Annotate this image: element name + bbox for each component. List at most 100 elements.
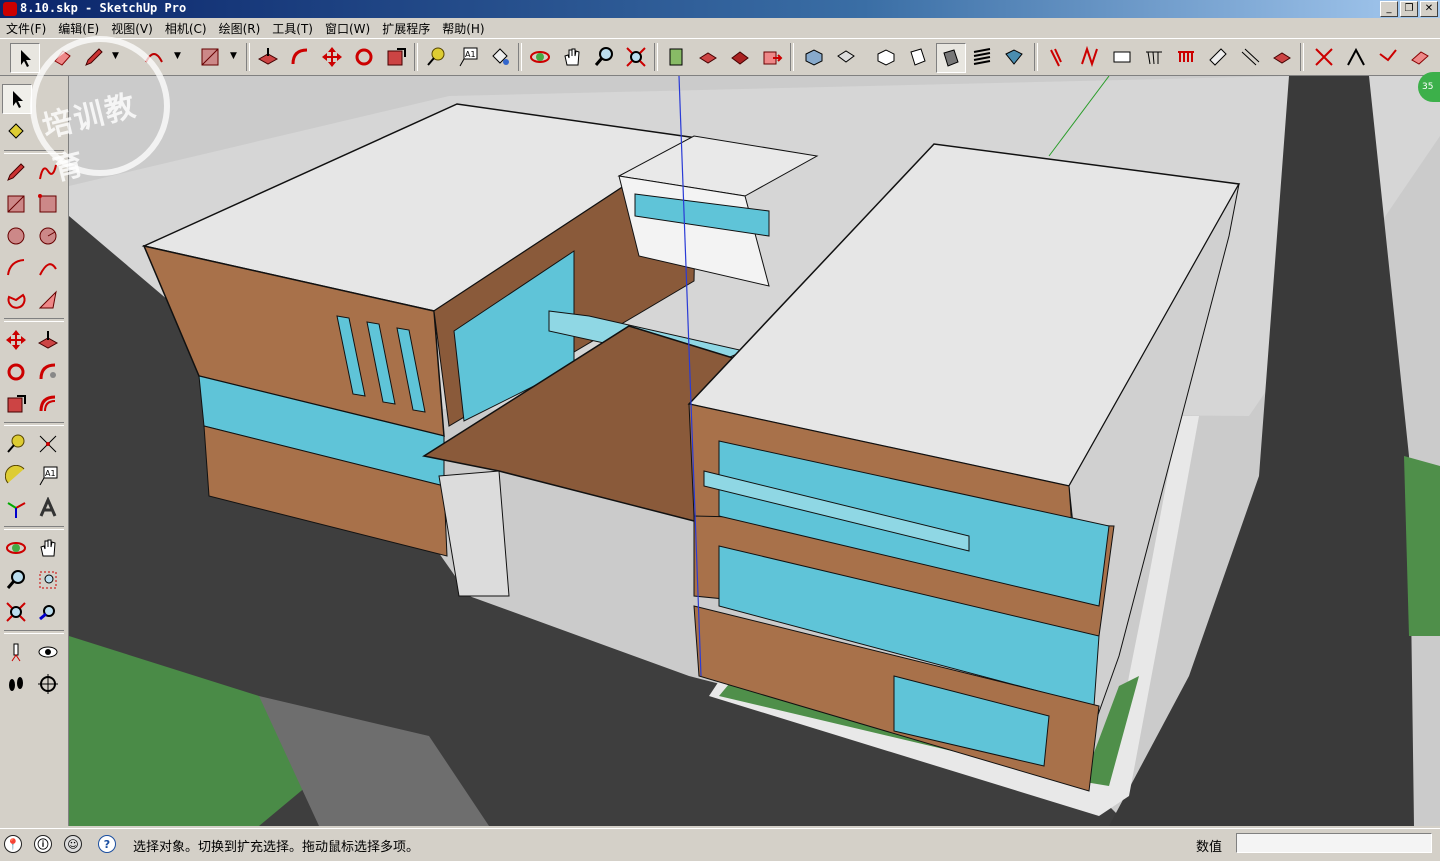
components-icon[interactable] bbox=[694, 43, 722, 71]
zoom-icon[interactable] bbox=[2, 566, 30, 594]
iso-view-icon[interactable] bbox=[800, 43, 828, 71]
section-cut-icon[interactable] bbox=[1310, 43, 1338, 71]
orbit-icon[interactable] bbox=[526, 43, 554, 71]
top-view-icon[interactable] bbox=[832, 43, 860, 71]
select-icon[interactable] bbox=[2, 84, 32, 114]
monochrome-icon[interactable] bbox=[1000, 43, 1028, 71]
rotate-icon[interactable] bbox=[2, 358, 30, 386]
section-fill-icon[interactable] bbox=[1374, 43, 1402, 71]
section-display-icon[interactable] bbox=[1342, 43, 1370, 71]
pie-icon[interactable] bbox=[2, 286, 30, 314]
restore-button[interactable]: ❐ bbox=[1400, 1, 1418, 17]
right-view-icon[interactable] bbox=[904, 43, 932, 71]
move-icon[interactable] bbox=[318, 43, 346, 71]
smoove-icon[interactable] bbox=[1108, 43, 1136, 71]
pencil-icon[interactable] bbox=[80, 43, 108, 71]
sandbox-contours-icon[interactable] bbox=[1044, 43, 1072, 71]
section-plane-icon[interactable] bbox=[1268, 43, 1296, 71]
push-pull-icon[interactable] bbox=[254, 43, 282, 71]
left-toolbar: A1 bbox=[0, 76, 69, 826]
text-icon[interactable]: A1 bbox=[454, 43, 482, 71]
toolbar-separator bbox=[654, 43, 658, 71]
paint-bucket-icon[interactable] bbox=[486, 43, 514, 71]
arc-icon[interactable] bbox=[140, 43, 168, 71]
tape-measure-icon[interactable] bbox=[2, 430, 30, 458]
rectangle-icon[interactable] bbox=[2, 190, 30, 218]
menu-draw[interactable]: 绘图(R) bbox=[213, 20, 267, 37]
paint-bucket-icon[interactable] bbox=[2, 118, 30, 146]
freehand-icon[interactable] bbox=[34, 158, 62, 186]
protractor-icon[interactable] bbox=[2, 462, 30, 490]
look-around-icon[interactable] bbox=[34, 638, 62, 666]
pan-icon[interactable] bbox=[558, 43, 586, 71]
zoom-extents-icon[interactable] bbox=[2, 598, 30, 626]
section-plane-icon[interactable] bbox=[34, 670, 62, 698]
circle-icon[interactable] bbox=[2, 222, 30, 250]
chevron-down-icon[interactable]: ▼ bbox=[230, 51, 240, 63]
offset-icon[interactable] bbox=[34, 390, 62, 418]
menu-window[interactable]: 窗口(W) bbox=[319, 20, 376, 37]
previous-view-icon[interactable] bbox=[34, 598, 62, 626]
notification-badge[interactable]: 35 bbox=[1418, 72, 1440, 102]
pencil-icon[interactable] bbox=[2, 158, 30, 186]
shaded-textures-icon[interactable] bbox=[968, 43, 996, 71]
toolbar-separator bbox=[414, 43, 418, 71]
warehouse-icon[interactable] bbox=[662, 43, 690, 71]
menu-tools[interactable]: 工具(T) bbox=[266, 20, 319, 37]
credits-icon[interactable]: ⓘ bbox=[34, 835, 52, 853]
rotate-icon[interactable] bbox=[350, 43, 378, 71]
shaded-icon[interactable] bbox=[936, 43, 966, 73]
zoom-icon[interactable] bbox=[590, 43, 618, 71]
follow-me-icon[interactable] bbox=[34, 358, 62, 386]
menu-edit[interactable]: 编辑(E) bbox=[52, 20, 105, 37]
pan-icon[interactable] bbox=[34, 534, 62, 562]
extension-warehouse-icon[interactable] bbox=[726, 43, 754, 71]
zoom-window-icon[interactable] bbox=[34, 566, 62, 594]
push-pull-icon[interactable] bbox=[34, 326, 62, 354]
menu-extensions[interactable]: 扩展程序 bbox=[376, 20, 436, 37]
scale-icon[interactable] bbox=[2, 390, 30, 418]
3d-viewport[interactable] bbox=[69, 76, 1440, 826]
close-button[interactable]: ✕ bbox=[1420, 1, 1438, 17]
follow-me-icon[interactable] bbox=[286, 43, 314, 71]
status-text: 选择对象。切换到扩充选择。拖动鼠标选择多项。 bbox=[133, 840, 420, 855]
arc-icon[interactable] bbox=[2, 254, 30, 282]
user-icon[interactable]: ☺ bbox=[64, 835, 82, 853]
arc-2pt-icon[interactable] bbox=[34, 254, 62, 282]
arc-3pt-icon[interactable] bbox=[34, 286, 62, 314]
geo-location-icon[interactable]: 📍 bbox=[4, 835, 22, 853]
sandbox-scratch-icon[interactable] bbox=[1076, 43, 1104, 71]
eraser-alt-icon[interactable] bbox=[1406, 43, 1434, 71]
scale-icon[interactable] bbox=[382, 43, 410, 71]
menu-view[interactable]: 视图(V) bbox=[105, 20, 159, 37]
value-control-input[interactable] bbox=[1236, 833, 1432, 853]
add-detail-icon[interactable] bbox=[1204, 43, 1232, 71]
tape-measure-icon[interactable] bbox=[422, 43, 450, 71]
select-icon[interactable] bbox=[10, 43, 40, 73]
rotated-rectangle-icon[interactable] bbox=[34, 190, 62, 218]
move-icon[interactable] bbox=[2, 326, 30, 354]
dimension-icon[interactable] bbox=[34, 430, 62, 458]
position-camera-icon[interactable] bbox=[2, 638, 30, 666]
zoom-extents-icon[interactable] bbox=[622, 43, 650, 71]
axes-icon[interactable] bbox=[2, 494, 30, 522]
help-icon[interactable]: ? bbox=[98, 835, 116, 853]
walk-icon[interactable] bbox=[2, 670, 30, 698]
chevron-down-icon[interactable]: ▼ bbox=[174, 51, 184, 63]
drape-icon[interactable] bbox=[1172, 43, 1200, 71]
eraser-icon[interactable] bbox=[48, 43, 76, 71]
rectangle-icon[interactable] bbox=[196, 43, 224, 71]
send-to-layout-icon[interactable] bbox=[758, 43, 786, 71]
3d-text-icon[interactable] bbox=[34, 494, 62, 522]
flip-edge-icon[interactable] bbox=[1236, 43, 1264, 71]
menu-file[interactable]: 文件(F) bbox=[0, 20, 52, 37]
polygon-icon[interactable] bbox=[34, 222, 62, 250]
menu-camera[interactable]: 相机(C) bbox=[159, 20, 213, 37]
stamp-icon[interactable] bbox=[1140, 43, 1168, 71]
minimize-button[interactable]: _ bbox=[1380, 1, 1398, 17]
text-icon[interactable]: A1 bbox=[34, 462, 62, 490]
menu-help[interactable]: 帮助(H) bbox=[436, 20, 490, 37]
orbit-icon[interactable] bbox=[2, 534, 30, 562]
front-view-icon[interactable] bbox=[872, 43, 900, 71]
chevron-down-icon[interactable]: ▼ bbox=[112, 51, 122, 63]
